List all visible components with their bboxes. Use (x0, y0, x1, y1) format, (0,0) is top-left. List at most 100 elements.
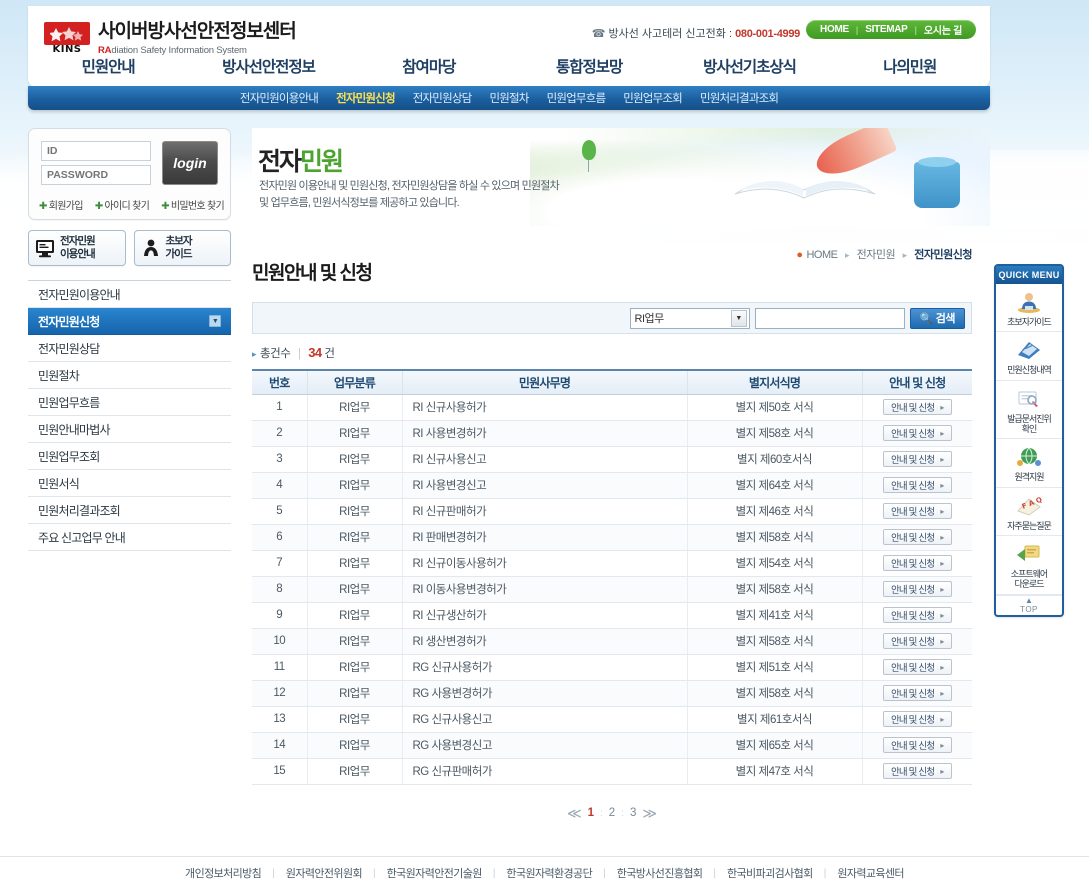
sidebar-item-procedure[interactable]: 민원절차 (28, 362, 231, 389)
table-row[interactable]: 4 RI업무 RI 사용변경신고 별지 제64호 서식 안내 및 신청 ▸ (252, 472, 972, 499)
footer-link-kara[interactable]: 한국방사선진흥협회 (617, 865, 703, 881)
table-row[interactable]: 1 RI업무 RI 신규사용허가 별지 제50호 서식 안내 및 신청 ▸ (252, 394, 972, 421)
gnb-item-my-minwon[interactable]: 나의민원 (830, 55, 990, 77)
shortcut-button-usage-guide[interactable]: 전자민원 이용안내 (28, 230, 126, 266)
apply-button[interactable]: 안내 및 신청 ▸ (882, 451, 952, 467)
apply-button[interactable]: 안내 및 신청 ▸ (882, 633, 952, 649)
sidebar-item-result-lookup[interactable]: 민원처리결과조회 (28, 497, 231, 524)
table-row[interactable]: 2 RI업무 RI 사용변경허가 별지 제58호 서식 안내 및 신청 ▸ (252, 420, 972, 447)
apply-button[interactable]: 안내 및 신청 ▸ (882, 477, 952, 493)
table-row[interactable]: 12 RI업무 RG 사용변경허가 별지 제58호 서식 안내 및 신청 ▸ (252, 680, 972, 707)
cell-name: RI 생산변경허가 (402, 628, 688, 655)
find-pw-link[interactable]: ✚ 비밀번호 찾기 (161, 197, 224, 212)
pagination-page-2[interactable]: 2 (609, 807, 615, 819)
breadcrumb-home[interactable]: HOME (806, 249, 838, 261)
password-input[interactable] (41, 165, 151, 185)
apply-button[interactable]: 안내 및 신청 ▸ (882, 555, 952, 571)
footer-link-ksnt[interactable]: 한국비파괴검사협회 (727, 865, 813, 881)
lnb-item-work-lookup[interactable]: 민원업무조회 (623, 90, 682, 106)
gnb-item-radiation-basics[interactable]: 방사선기초상식 (669, 55, 829, 77)
quick-menu-item-application-history[interactable]: 민원신청내역 (996, 332, 1062, 381)
pagination-page-3[interactable]: 3 (630, 807, 636, 819)
sidebar-item-major-reports[interactable]: 주요 신고업무 안내 (28, 524, 231, 551)
lnb-item-procedure[interactable]: 민원절차 (489, 90, 529, 106)
table-row[interactable]: 7 RI업무 RI 신규이동사용허가 별지 제54호 서식 안내 및 신청 ▸ (252, 550, 972, 577)
sidebar-item-work-lookup[interactable]: 민원업무조회 (28, 443, 231, 470)
table-row[interactable]: 14 RI업무 RG 사용변경신고 별지 제65호 서식 안내 및 신청 ▸ (252, 732, 972, 759)
signup-link[interactable]: ✚ 회원가입 (39, 197, 83, 212)
chevron-down-icon[interactable]: ▼ (730, 309, 747, 327)
quick-menu-item-document-verification[interactable]: 발급문서진위 확인 (996, 381, 1062, 440)
sidebar-item-usage-guide[interactable]: 전자민원이용안내 (28, 281, 231, 308)
id-input[interactable] (41, 141, 151, 161)
footer-link-education-center[interactable]: 원자력교육센터 (837, 865, 904, 881)
gnb-item-participation[interactable]: 참여마당 (349, 55, 509, 77)
table-row[interactable]: 11 RI업무 RG 신규사용허가 별지 제51호 서식 안내 및 신청 ▸ (252, 654, 972, 681)
footer-link-korad[interactable]: 한국원자력환경공단 (506, 865, 592, 881)
quick-menu-item-beginner-guide[interactable]: 초보자가이드 (996, 284, 1062, 333)
breadcrumb-mid[interactable]: 전자민원 (857, 249, 896, 261)
sidebar-item-label: 민원절차 (38, 368, 80, 383)
pagination-page-1[interactable]: 1 (588, 807, 594, 819)
apply-button[interactable]: 안내 및 신청 ▸ (882, 607, 952, 623)
gnb-item-minwon-guide[interactable]: 민원안내 (28, 55, 188, 77)
login-button[interactable]: login (162, 141, 218, 185)
footer-link-kins[interactable]: 한국원자력안전기술원 (387, 865, 483, 881)
quick-menu-item-faq[interactable]: F A Q 자주묻는질문 (996, 488, 1062, 537)
cell-form: 별지 제46호 서식 (687, 498, 863, 525)
person-icon (141, 238, 161, 258)
table-row[interactable]: 13 RI업무 RG 신규사용신고 별지 제61호서식 안내 및 신청 ▸ (252, 706, 972, 733)
lnb-item-result-lookup[interactable]: 민원처리결과조회 (700, 90, 779, 106)
top-link-sitemap[interactable]: SITEMAP (865, 24, 908, 35)
apply-button[interactable]: 안내 및 신청 ▸ (882, 529, 952, 545)
gnb-item-radiation-safety-info[interactable]: 방사선안전정보 (188, 55, 348, 77)
category-select[interactable]: RI업무 ▼ (629, 307, 750, 329)
lnb-item-usage-guide[interactable]: 전자민원이용안내 (240, 90, 319, 106)
lnb-item-apply[interactable]: 전자민원신청 (336, 90, 395, 106)
quick-menu-item-software-download[interactable]: 소프트웨어 다운로드 (996, 536, 1062, 595)
footer-link-nssc[interactable]: 원자력안전위원회 (286, 865, 363, 881)
table-row[interactable]: 10 RI업무 RI 생산변경허가 별지 제58호 서식 안내 및 신청 ▸ (252, 628, 972, 655)
pagination-next[interactable]: ≫ (642, 805, 657, 822)
shortcut-button-usage-guide-label: 전자민원 이용안내 (60, 235, 96, 260)
find-id-link[interactable]: ✚ 아이디 찾기 (95, 197, 150, 212)
pagination-prev[interactable]: ≪ (567, 805, 582, 822)
table-row[interactable]: 5 RI업무 RI 신규판매허가 별지 제46호 서식 안내 및 신청 ▸ (252, 498, 972, 525)
scroll-to-top-button[interactable]: ▲ TOP (996, 594, 1062, 615)
sidebar-item-label: 전자민원신청 (38, 314, 100, 329)
sidebar-item-forms[interactable]: 민원서식 (28, 470, 231, 497)
sidebar-item-apply[interactable]: 전자민원신청 ▼ (28, 308, 231, 335)
search-button[interactable]: 🔍 검색 (909, 307, 965, 329)
apply-button[interactable]: 안내 및 신청 ▸ (882, 581, 952, 597)
table-row[interactable]: 3 RI업무 RI 신규사용신고 별지 제60호서식 안내 및 신청 ▸ (252, 446, 972, 473)
shortcut-button-beginner-guide[interactable]: 초보자 가이드 (133, 230, 231, 266)
top-link-directions[interactable]: 오시는 길 (924, 22, 962, 37)
lnb-item-workflow[interactable]: 민원업무흐름 (547, 90, 606, 106)
document-list-icon (998, 337, 1060, 363)
cell-name: RG 신규사용신고 (402, 706, 688, 733)
sidebar-item-wizard[interactable]: 민원안내마법사 (28, 416, 231, 443)
apply-button[interactable]: 안내 및 신청 ▸ (882, 763, 952, 779)
apply-button[interactable]: 안내 및 신청 ▸ (882, 711, 952, 727)
sidebar-item-consult[interactable]: 전자민원상담 (28, 335, 231, 362)
table-row[interactable]: 8 RI업무 RI 이동사용변경허가 별지 제58호 서식 안내 및 신청 ▸ (252, 576, 972, 603)
sidebar-item-workflow[interactable]: 민원업무흐름 (28, 389, 231, 416)
page-title: 민원안내 및 신청 (252, 263, 373, 284)
apply-button[interactable]: 안내 및 신청 ▸ (882, 737, 952, 753)
search-bar: RI업무 ▼ 🔍 검색 (252, 302, 972, 334)
table-row[interactable]: 9 RI업무 RI 신규생산허가 별지 제41호 서식 안내 및 신청 ▸ (252, 602, 972, 629)
quick-menu-item-remote-support[interactable]: 원격지원 (996, 439, 1062, 488)
apply-button[interactable]: 안내 및 신청 ▸ (882, 425, 952, 441)
apply-button[interactable]: 안내 및 신청 ▸ (882, 503, 952, 519)
lnb-item-consult[interactable]: 전자민원상담 (413, 90, 472, 106)
table-row[interactable]: 15 RI업무 RG 신규판매허가 별지 제47호 서식 안내 및 신청 ▸ (252, 758, 972, 785)
apply-button[interactable]: 안내 및 신청 ▸ (882, 659, 952, 675)
table-row[interactable]: 6 RI업무 RI 판매변경허가 별지 제58호 서식 안내 및 신청 ▸ (252, 524, 972, 551)
gnb-item-integrated-network[interactable]: 통합정보망 (509, 55, 669, 77)
top-link-home[interactable]: HOME (820, 24, 849, 35)
search-input[interactable] (754, 307, 905, 329)
apply-button[interactable]: 안내 및 신청 ▸ (882, 685, 952, 701)
cell-category: RI업무 (307, 732, 403, 759)
footer-link-privacy[interactable]: 개인정보처리방침 (185, 865, 262, 881)
apply-button[interactable]: 안내 및 신청 ▸ (882, 399, 952, 415)
